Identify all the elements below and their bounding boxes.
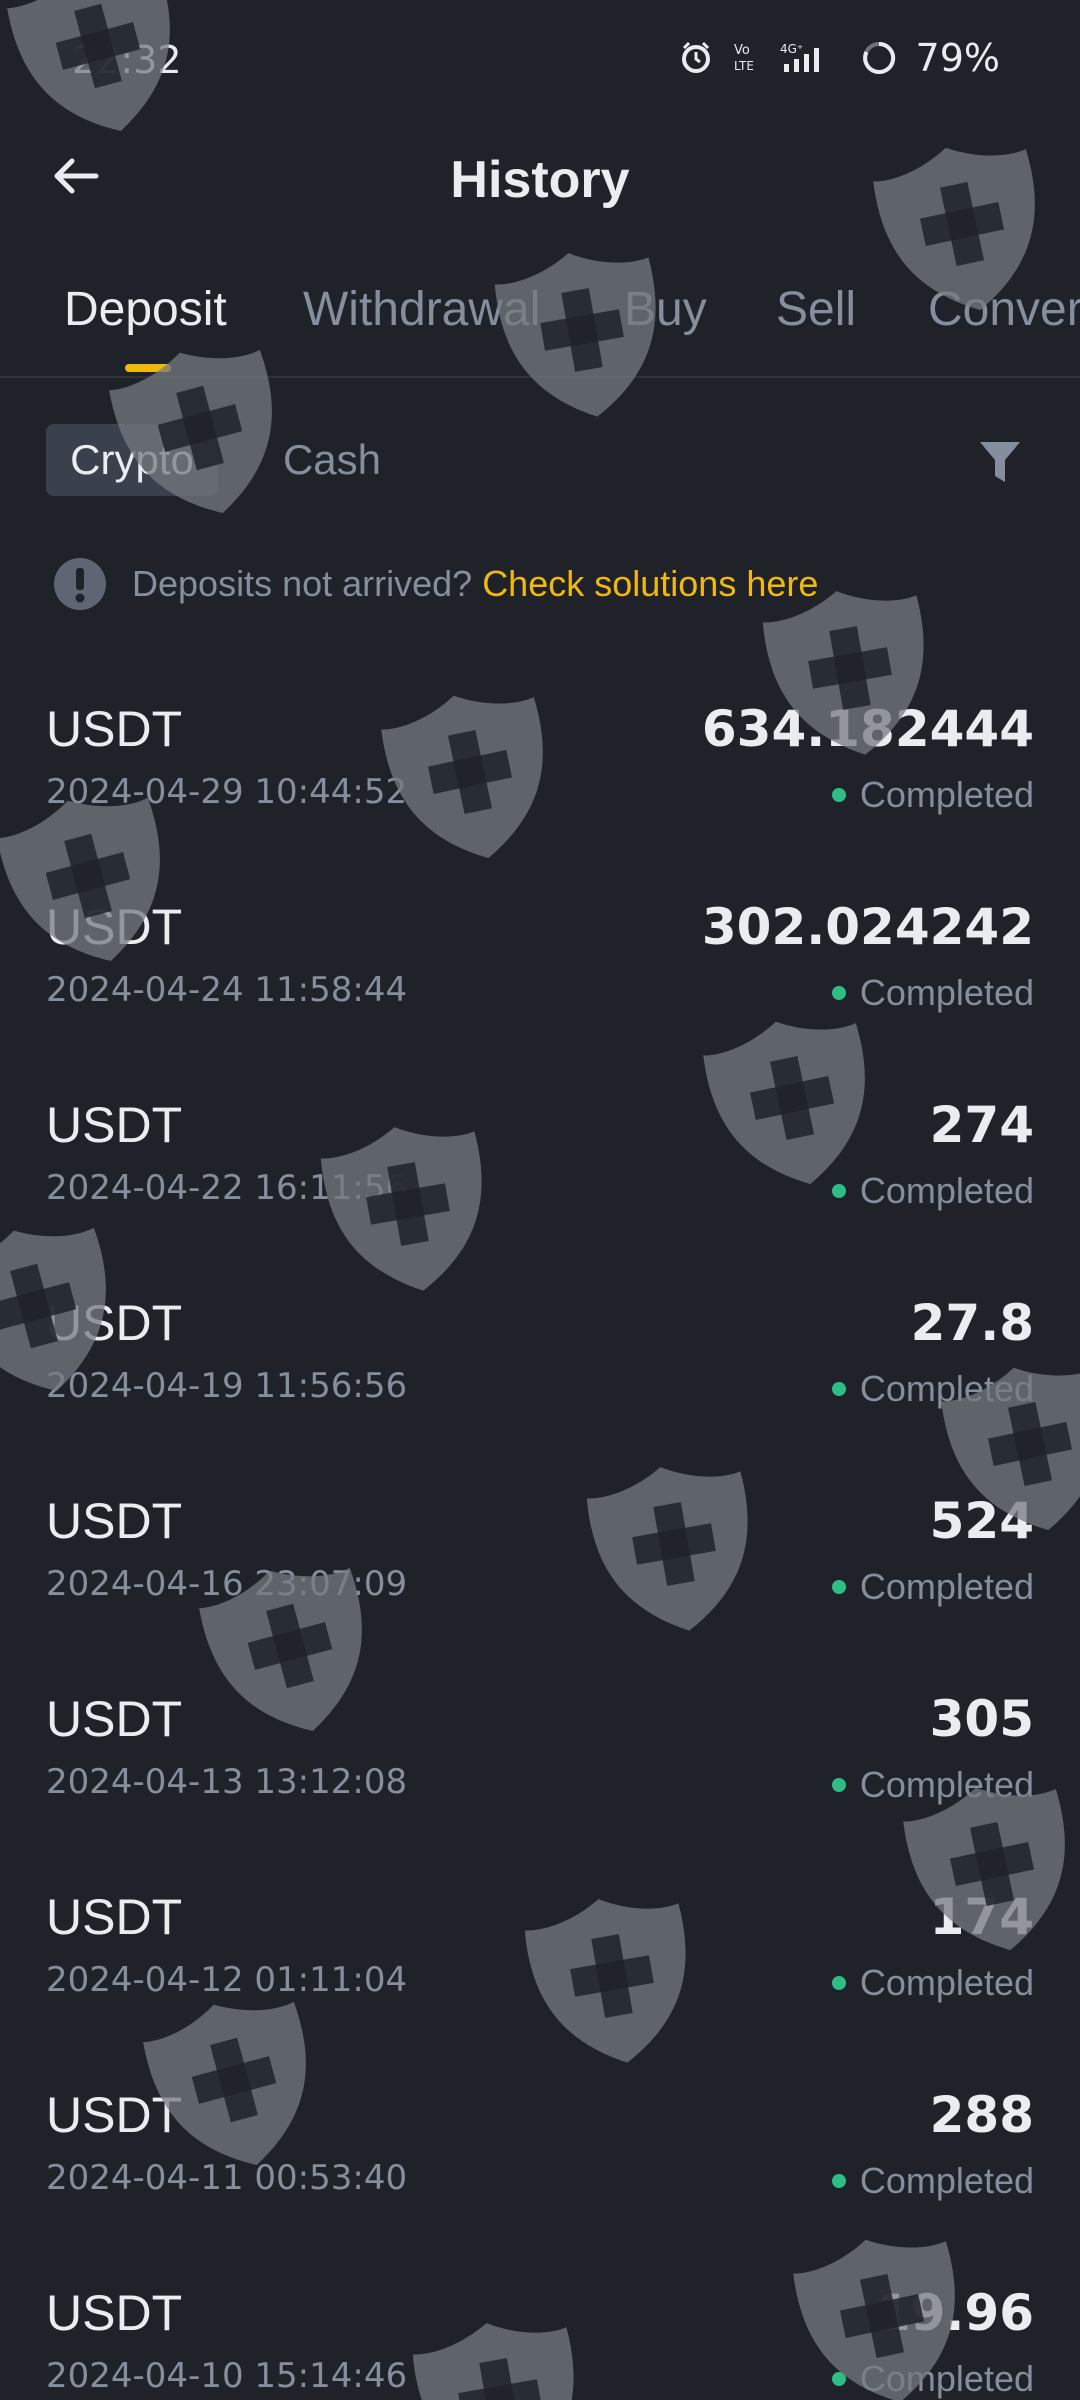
row-asset: USDT: [46, 1295, 183, 1351]
row-date: 2024-04-13 13:12:08: [46, 1762, 408, 1802]
row-asset: USDT: [46, 701, 183, 757]
history-row[interactable]: USDT 2024-04-10 15:14:46 19.96 Completed: [0, 2244, 1080, 2400]
row-date: 2024-04-22 16:11:56: [46, 1168, 408, 1208]
filter-icon: [980, 442, 1020, 482]
row-amount: 288: [929, 2086, 1034, 2144]
row-status-label: Completed: [859, 1764, 1034, 1805]
status-dot-icon: [831, 788, 846, 802]
row-status-label: Completed: [859, 2160, 1034, 2201]
status-dot-icon: [831, 2372, 846, 2386]
history-row[interactable]: USDT 2024-04-12 01:11:04 174 Completed: [0, 1848, 1080, 2046]
row-asset: USDT: [46, 2087, 183, 2143]
header: History: [0, 120, 1080, 240]
status-dot-icon: [831, 2174, 846, 2188]
status-dot-icon: [831, 986, 846, 1000]
row-asset: USDT: [46, 899, 183, 955]
history-row[interactable]: USDT 2024-04-29 10:44:52 634.182444 Comp…: [0, 660, 1080, 858]
history-row[interactable]: USDT 2024-04-22 16:11:56 274 Completed: [0, 1056, 1080, 1254]
row-amount: 19.96: [875, 2284, 1034, 2342]
row-amount: 302.024242: [701, 898, 1034, 956]
signal-4g-icon: 4G⁺: [778, 40, 842, 76]
row-status: Completed: [831, 972, 1034, 1014]
notice-text: Deposits not arrived?: [132, 563, 473, 604]
history-row[interactable]: USDT 2024-04-13 13:12:08 305 Completed: [0, 1650, 1080, 1848]
row-amount: 634.182444: [701, 700, 1034, 758]
row-status-label: Completed: [859, 1368, 1034, 1409]
row-status-label: Completed: [859, 972, 1034, 1013]
row-status-label: Completed: [859, 1170, 1034, 1211]
history-row[interactable]: USDT 2024-04-16 23:07:09 524 Completed: [0, 1452, 1080, 1650]
row-asset: USDT: [46, 1097, 183, 1153]
segment-crypto[interactable]: Crypto: [46, 424, 218, 496]
row-date: 2024-04-29 10:44:52: [46, 772, 408, 812]
status-bar: 22:32 Vo LTE 4G⁺ 79%: [0, 0, 1080, 120]
tab-buy[interactable]: Buy: [624, 282, 707, 337]
segment-cash[interactable]: Cash: [272, 424, 392, 496]
row-status: Completed: [831, 1962, 1034, 2004]
history-screen: 22:32 Vo LTE 4G⁺ 79% History Deposit Wit…: [0, 0, 1080, 2400]
row-status: Completed: [831, 774, 1034, 816]
row-date: 2024-04-16 23:07:09: [46, 1564, 408, 1604]
status-dot-icon: [831, 1184, 846, 1198]
tab-convert[interactable]: Convert: [928, 282, 1080, 337]
row-asset: USDT: [46, 2285, 183, 2341]
check-solutions-link[interactable]: Check solutions here: [482, 563, 818, 604]
filter-button[interactable]: [968, 430, 1032, 494]
battery-percent: 79%: [915, 36, 1000, 80]
status-dot-icon: [831, 1976, 846, 1990]
row-amount: 305: [929, 1690, 1034, 1748]
exclamation-icon: [54, 558, 106, 610]
status-time: 22:32: [72, 38, 182, 82]
row-status-label: Completed: [859, 2358, 1034, 2399]
status-icons: Vo LTE 4G⁺ 79%: [678, 36, 1000, 80]
row-status-label: Completed: [859, 1566, 1034, 1607]
tab-withdrawal[interactable]: Withdrawal: [303, 282, 540, 337]
row-status: Completed: [831, 1764, 1034, 1806]
row-date: 2024-04-12 01:11:04: [46, 1960, 408, 2000]
row-status: Completed: [831, 2358, 1034, 2400]
history-row[interactable]: USDT 2024-04-19 11:56:56 27.8 Completed: [0, 1254, 1080, 1452]
row-status: Completed: [831, 1368, 1034, 1410]
tab-sell[interactable]: Sell: [776, 282, 856, 337]
svg-text:Vo: Vo: [734, 43, 750, 58]
svg-text:4G⁺: 4G⁺: [780, 42, 803, 56]
battery-icon: [860, 39, 898, 77]
row-date: 2024-04-19 11:56:56: [46, 1366, 408, 1406]
row-status-label: Completed: [859, 1962, 1034, 2003]
row-status: Completed: [831, 1566, 1034, 1608]
row-asset: USDT: [46, 1493, 183, 1549]
status-dot-icon: [831, 1778, 846, 1792]
row-asset: USDT: [46, 1889, 183, 1945]
row-date: 2024-04-10 15:14:46: [46, 2356, 408, 2396]
row-status: Completed: [831, 1170, 1034, 1212]
status-dot-icon: [831, 1382, 846, 1396]
row-date: 2024-04-11 00:53:40: [46, 2158, 408, 2198]
deposit-notice: Deposits not arrived? Check solutions he…: [52, 552, 818, 616]
tab-deposit[interactable]: Deposit: [64, 282, 227, 337]
row-date: 2024-04-24 11:58:44: [46, 970, 408, 1010]
volte-icon: Vo LTE: [732, 40, 760, 76]
page-title: History: [450, 151, 630, 209]
active-tab-indicator: [125, 364, 171, 372]
row-amount: 174: [929, 1888, 1034, 1946]
row-amount: 524: [929, 1492, 1034, 1550]
row-asset: USDT: [46, 1691, 183, 1747]
history-tabs: Deposit Withdrawal Buy Sell Convert: [0, 260, 1080, 378]
history-row[interactable]: USDT 2024-04-11 00:53:40 288 Completed: [0, 2046, 1080, 2244]
history-row[interactable]: USDT 2024-04-24 11:58:44 302.024242 Comp…: [0, 858, 1080, 1056]
status-dot-icon: [831, 1580, 846, 1594]
row-status-label: Completed: [859, 774, 1034, 815]
row-status: Completed: [831, 2160, 1034, 2202]
row-amount: 274: [929, 1096, 1034, 1154]
row-amount: 27.8: [910, 1294, 1034, 1352]
svg-text:LTE: LTE: [734, 59, 754, 73]
alarm-icon: [678, 40, 714, 76]
